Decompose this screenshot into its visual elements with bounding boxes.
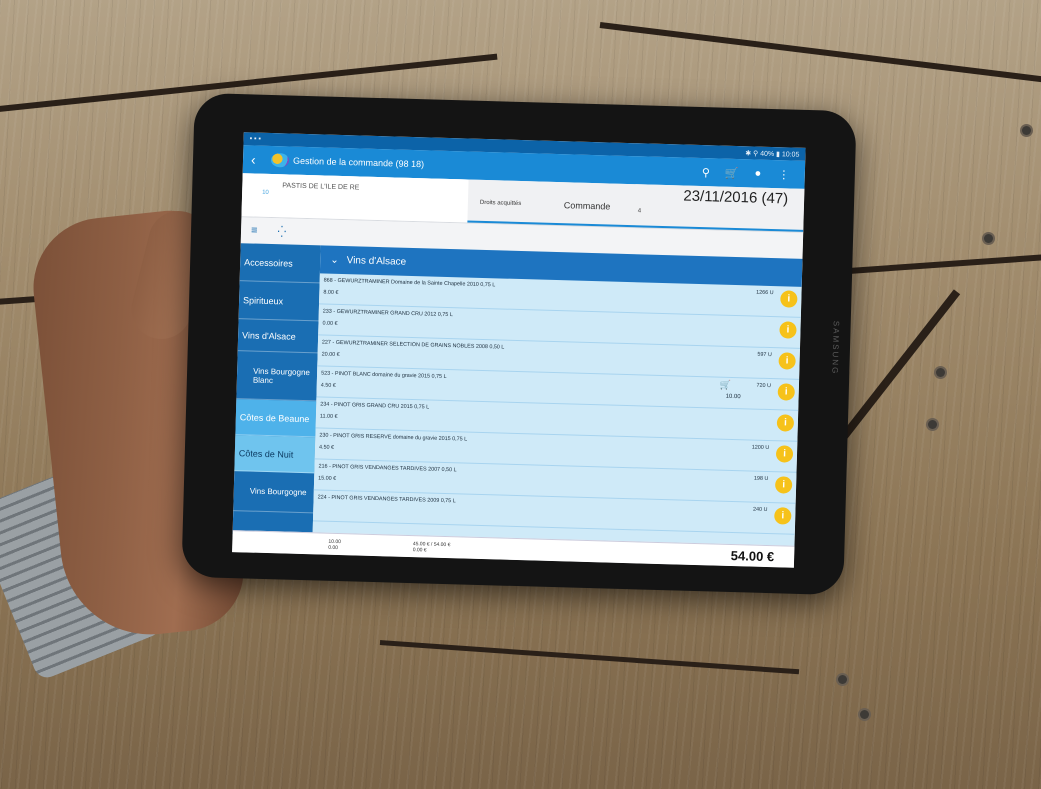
cart-icon[interactable]: 🛒 [720,380,731,391]
screen: ▪ ▪ ▪ ✱ ⚲ 40% ▮ 10:05 ‹ Gestion de la co… [232,132,806,568]
info-icon[interactable]: i [774,507,792,525]
app-logo-icon [270,153,290,168]
order-type: Commande [563,200,611,212]
customer-name: PASTIS DE L'ILE DE RE [282,182,360,192]
customer-panel[interactable]: 10 PASTIS DE L'ILE DE RE [241,173,469,223]
category-label: Vins Bourgogne Blanc [252,366,311,385]
product-list: ⌄ Vins d'Alsace 868 - GEWURZTRAMINER Dom… [312,245,803,550]
overflow-menu-icon[interactable]: ⋮ [771,167,797,181]
category-item-spiritueux[interactable]: Spiritueux [238,281,320,322]
category-item-cotes-de-beaune[interactable]: Côtes de Beaune [235,399,317,438]
list-header-title: Vins d'Alsace [346,254,407,268]
product-stock: 597 U [757,351,772,359]
order-total: 54.00 € [730,547,775,565]
category-label: Spiritueux [242,294,284,306]
category-label: Accessoires [244,256,293,269]
screw [928,420,937,429]
duties-label: Droits acquittés [479,199,522,208]
grid-view-icon[interactable]: ⁛ [277,225,286,238]
footer-amounts: 45.00 € / 54.00 € 0.00 € [407,540,457,553]
customer-code: 10 [262,189,269,196]
category-item-vins-bourgogne-blanc[interactable]: Vins Bourgogne Blanc [236,351,318,402]
footer-amount2: 0.00 € [412,546,427,554]
category-item-vins-alsace[interactable]: Vins d'Alsace [237,319,319,354]
category-item-vins-bourgogne[interactable]: Vins Bourgogne [233,471,315,514]
product-name: 216 - PINOT GRIS VENDANGES TARDIVES 2007… [318,463,457,474]
cart-icon[interactable]: 🛒 [719,166,745,180]
product-stock: 1266 U [756,289,774,297]
tablet: SAMSUNG ▪ ▪ ▪ ✱ ⚲ 40% ▮ 10:05 ‹ Gestion … [181,92,857,596]
chevron-down-icon: ⌄ [330,254,339,266]
screw [936,368,945,377]
order-count: 4 [637,208,642,215]
product-price [317,506,795,519]
product-name: 230 - PINOT GRIS RESERVE domaine du grav… [319,432,468,443]
category-item-cotes-de-nuit[interactable]: Côtes de Nuit [234,435,316,474]
category-sidebar: Accessoires Spiritueux Vins d'Alsace Vin… [232,243,321,537]
screw [1022,126,1031,135]
plank-gap [819,253,1041,276]
product-name: 234 - PINOT GRIS GRAND CRU 2015 0,75 L [320,401,430,411]
footer-quantities: 10.00 0.00 [322,538,347,551]
category-label: Côtes de Beaune [239,411,310,424]
product-stock: 240 U [752,506,768,514]
footer-qty2: 0.00 [328,544,339,551]
screw [984,234,993,243]
cart-quantity: 10.00 [725,393,741,401]
list-view-icon[interactable]: ≡ [251,224,258,236]
order-date: 23/11/2016 (47) [683,187,789,208]
product-name: 227 - GEWURZTRAMINER SELECTION DE GRAINS… [321,339,505,351]
product-name: 224 - PINOT GRIS VENDANGES TARDIVES 2009… [317,494,456,505]
device-brand: SAMSUNG [830,320,841,376]
category-item-accessoires[interactable]: Accessoires [239,243,321,284]
product-stock: 720 U [756,382,772,390]
app-title: Gestion de la commande (98 18) [292,155,425,170]
product-stock: 198 U [753,475,769,483]
catalog: Accessoires Spiritueux Vins d'Alsace Vin… [232,243,803,550]
category-label: Côtes de Nuit [238,447,294,460]
status-right: ✱ ⚲ 40% ▮ 10:05 [745,149,800,159]
user-icon[interactable]: ● [745,167,771,180]
notification-icons: ▪ ▪ ▪ [249,135,262,143]
screw [838,675,847,684]
product-name: 868 - GEWURZTRAMINER Domaine de la Saint… [323,277,496,289]
product-stock: 1200 U [751,444,770,452]
search-icon[interactable]: ⚲ [693,165,719,179]
category-label: Vins Bourgogne [249,486,307,498]
plank-gap [379,640,800,675]
product-name: 523 - PINOT BLANC domaine du gravie 2015… [321,370,447,380]
back-icon[interactable]: ‹ [251,151,267,167]
screw [860,710,869,719]
plank-gap [599,22,1041,85]
footer-qty1: 10.00 [328,538,342,545]
product-name: 233 - GEWURZTRAMINER GRAND CRU 2012 0,75… [322,308,453,319]
category-label: Vins d'Alsace [242,329,296,342]
